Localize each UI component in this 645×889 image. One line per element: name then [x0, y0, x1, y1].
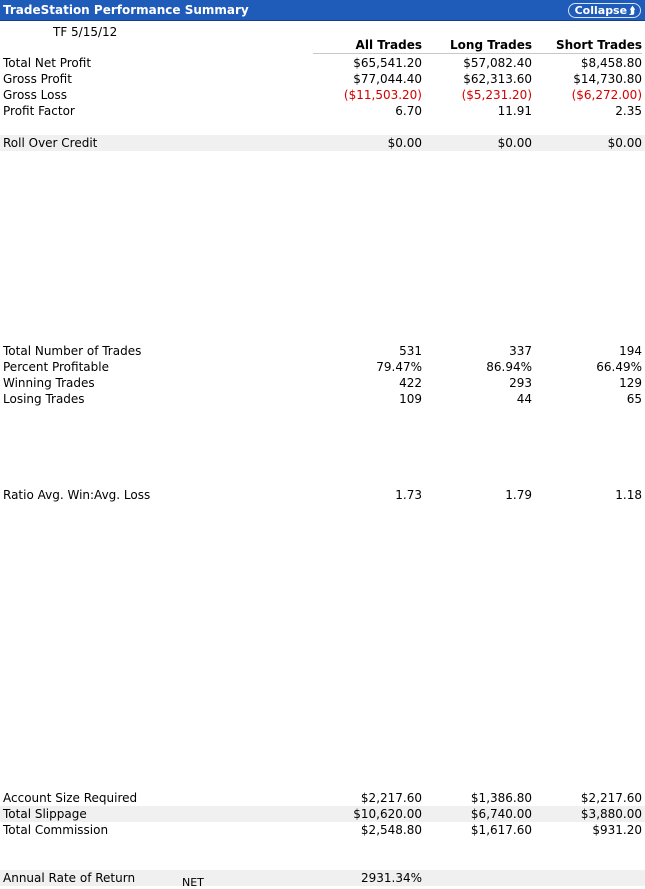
- all-trades-value: 2931.34%: [360, 871, 422, 885]
- row-label: Winning Trades: [3, 376, 95, 390]
- table-row: Total Net Profit $65,541.20 $57,082.40 $…: [0, 55, 645, 71]
- table-row: Profit Factor 6.70 11.91 2.35: [0, 103, 645, 119]
- table-row: Percent Profitable 79.47% 86.94% 66.49%: [0, 359, 645, 375]
- all-trades-value: 109: [399, 392, 422, 406]
- row-label: Gross Loss: [3, 88, 67, 102]
- short-trades-value: 65: [626, 392, 642, 406]
- all-trades-value: $2,548.80: [360, 823, 422, 837]
- collapse-button[interactable]: Collapse ⮭: [567, 3, 641, 18]
- all-trades-value: $77,044.40: [353, 72, 422, 86]
- table-row: Gross Loss ($11,503.20) ($5,231.20) ($6,…: [0, 87, 645, 103]
- row-label: Losing Trades: [3, 392, 85, 406]
- collapse-label: Collapse: [574, 4, 628, 17]
- long-trades-value: 293: [509, 376, 532, 390]
- table-row: Account Size Required $2,217.60 $1,386.8…: [0, 790, 645, 806]
- table-row: Losing Trades 109 44 65: [0, 391, 645, 407]
- long-trades-value: 11.91: [497, 104, 532, 118]
- table-row: Gross Profit $77,044.40 $62,313.60 $14,7…: [0, 71, 645, 87]
- short-trades-value: 1.18: [615, 488, 642, 502]
- short-trades-value: ($6,272.00): [571, 88, 642, 102]
- row-label: Total Commission: [3, 823, 109, 837]
- row-label: Roll Over Credit: [3, 136, 98, 150]
- short-trades-value: 194: [619, 344, 642, 358]
- all-trades-value: 422: [399, 376, 422, 390]
- row-label: Total Number of Trades: [3, 344, 142, 358]
- long-trades-value: $57,082.40: [463, 56, 532, 70]
- row-label: Profit Factor: [3, 104, 75, 118]
- row-label: Total Slippage: [3, 807, 87, 821]
- all-trades-value: $65,541.20: [353, 56, 422, 70]
- long-trades-value: $1,617.60: [470, 823, 532, 837]
- column-header-all-trades: All Trades: [313, 38, 422, 54]
- short-trades-value: $3,880.00: [580, 807, 642, 821]
- short-trades-value: 2.35: [615, 104, 642, 118]
- table-row: Total Number of Trades 531 337 194: [0, 343, 645, 359]
- row-label: Ratio Avg. Win:Avg. Loss: [3, 488, 151, 502]
- all-trades-value: 6.70: [395, 104, 422, 118]
- table-row: Ratio Avg. Win:Avg. Loss 1.73 1.79 1.18: [0, 487, 645, 503]
- row-label: Annual Rate of Return: [3, 871, 136, 885]
- column-header-short-trades: Short Trades: [532, 38, 642, 54]
- row-label: Total Net Profit: [3, 56, 92, 70]
- table-row: Annual Rate of Return 2931.34%: [0, 870, 645, 886]
- row-label: Percent Profitable: [3, 360, 109, 374]
- all-trades-value: $10,620.00: [353, 807, 422, 821]
- all-trades-value: $0.00: [387, 136, 422, 150]
- short-trades-value: $2,217.60: [580, 791, 642, 805]
- report-title: TradeStation Performance Summary: [3, 3, 249, 17]
- short-trades-value: $14,730.80: [573, 72, 642, 86]
- table-row: Roll Over Credit $0.00 $0.00 $0.00: [0, 135, 645, 151]
- table-row: Total Slippage $10,620.00 $6,740.00 $3,8…: [0, 806, 645, 822]
- all-trades-value: $2,217.60: [360, 791, 422, 805]
- long-trades-value: $62,313.60: [463, 72, 532, 86]
- chevron-up-icon: ⮭: [629, 6, 635, 17]
- long-trades-value: 44: [516, 392, 532, 406]
- table-row: Total Commission $2,548.80 $1,617.60 $93…: [0, 822, 645, 838]
- report-subtitle: TF 5/15/12: [53, 25, 118, 39]
- title-bar: TradeStation Performance Summary Collaps…: [0, 0, 645, 21]
- long-trades-value: $1,386.80: [470, 791, 532, 805]
- short-trades-value: $931.20: [592, 823, 642, 837]
- long-trades-value: 86.94%: [486, 360, 532, 374]
- column-header-long-trades: Long Trades: [422, 38, 532, 54]
- short-trades-value: $8,458.80: [580, 56, 642, 70]
- row-label: Account Size Required: [3, 791, 138, 805]
- short-trades-value: 66.49%: [596, 360, 642, 374]
- net-annotation: NET: [182, 876, 204, 889]
- long-trades-value: ($5,231.20): [461, 88, 532, 102]
- table-row: Winning Trades 422 293 129: [0, 375, 645, 391]
- long-trades-value: $6,740.00: [470, 807, 532, 821]
- short-trades-value: $0.00: [607, 136, 642, 150]
- all-trades-value: 531: [399, 344, 422, 358]
- long-trades-value: 1.79: [505, 488, 532, 502]
- short-trades-value: 129: [619, 376, 642, 390]
- long-trades-value: 337: [509, 344, 532, 358]
- all-trades-value: 79.47%: [376, 360, 422, 374]
- long-trades-value: $0.00: [497, 136, 532, 150]
- all-trades-value: 1.73: [395, 488, 422, 502]
- row-label: Gross Profit: [3, 72, 72, 86]
- all-trades-value: ($11,503.20): [343, 88, 422, 102]
